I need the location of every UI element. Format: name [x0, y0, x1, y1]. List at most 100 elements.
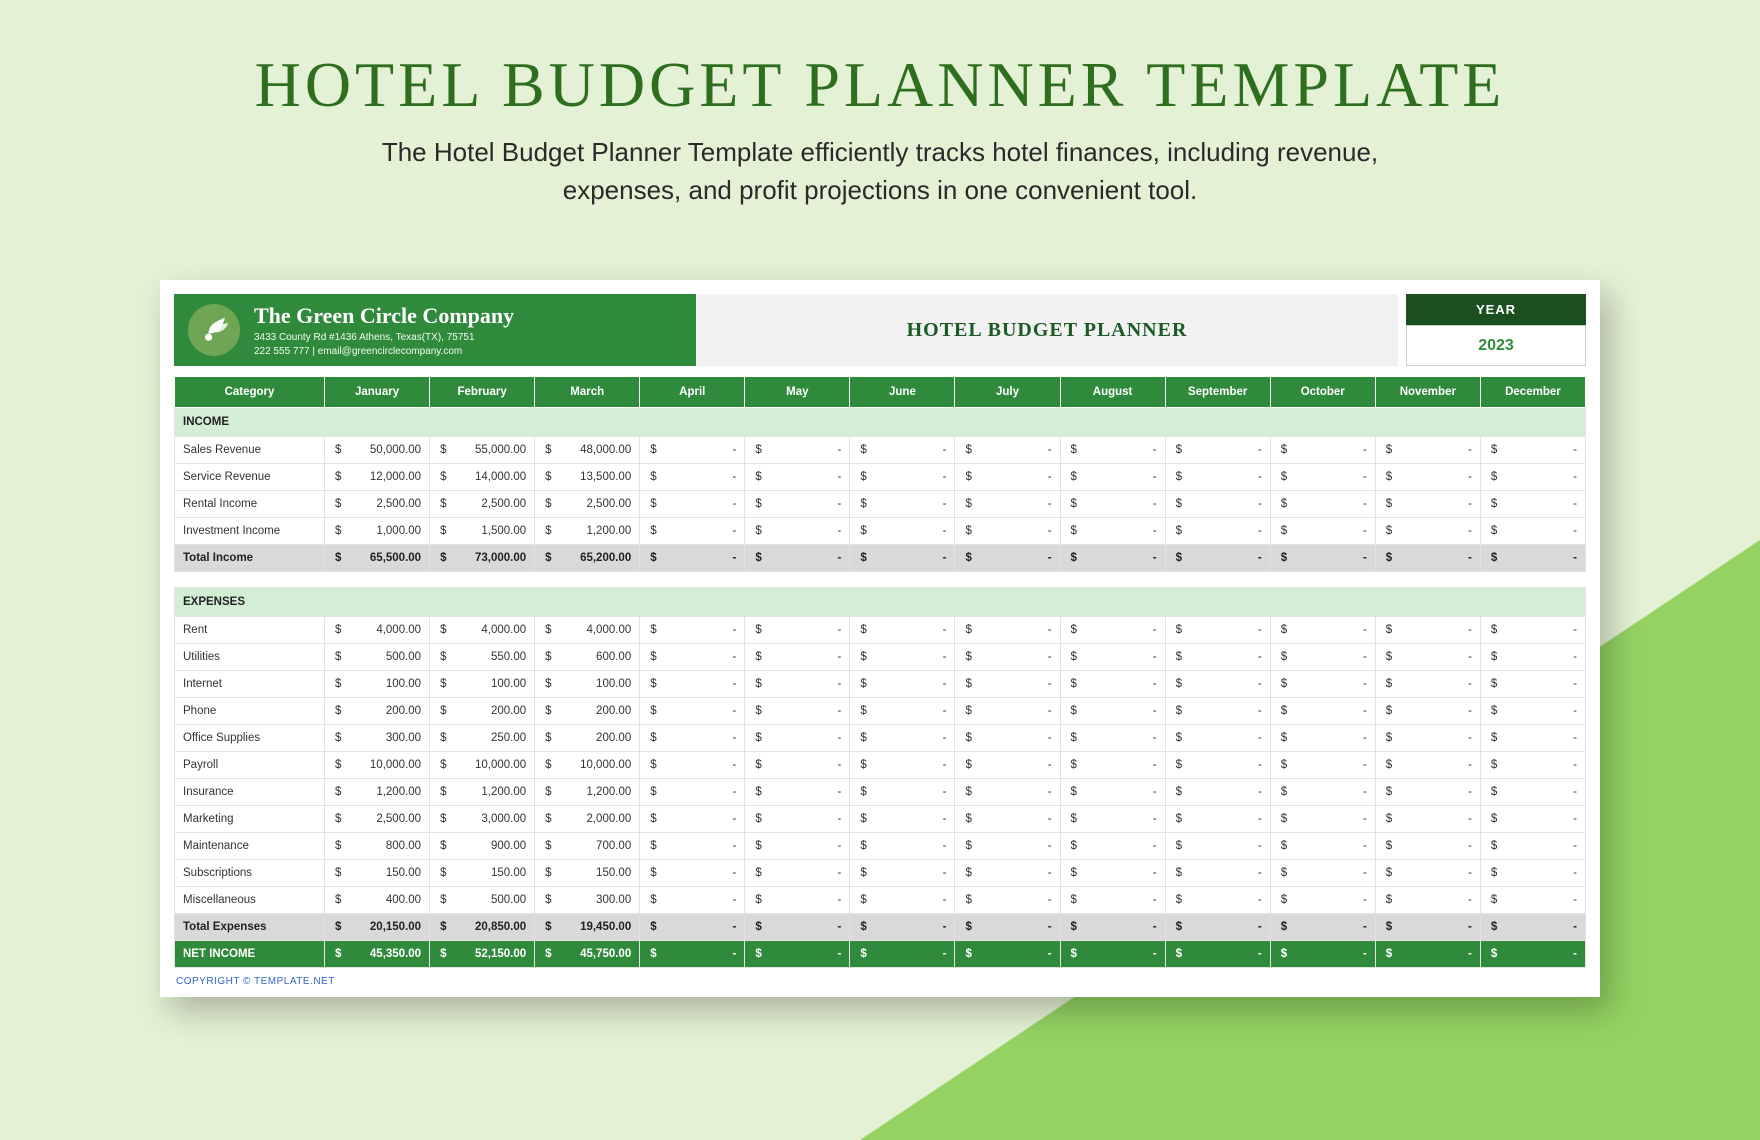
- cell-value[interactable]: $-: [1480, 914, 1585, 941]
- cell-value[interactable]: $-: [850, 914, 955, 941]
- cell-value[interactable]: $-: [1270, 617, 1375, 644]
- cell-value[interactable]: $-: [1060, 914, 1165, 941]
- cell-value[interactable]: $500.00: [430, 887, 535, 914]
- cell-value[interactable]: $10,000.00: [535, 752, 640, 779]
- cell-value[interactable]: $-: [1060, 833, 1165, 860]
- cell-value[interactable]: $-: [850, 464, 955, 491]
- cell-value[interactable]: $-: [1165, 437, 1270, 464]
- cell-value[interactable]: $-: [1165, 464, 1270, 491]
- cell-value[interactable]: $-: [1060, 617, 1165, 644]
- cell-value[interactable]: $-: [1480, 833, 1585, 860]
- cell-value[interactable]: $-: [1165, 941, 1270, 968]
- cell-value[interactable]: $4,000.00: [430, 617, 535, 644]
- cell-value[interactable]: $4,000.00: [535, 617, 640, 644]
- cell-value[interactable]: $-: [640, 698, 745, 725]
- cell-value[interactable]: $2,500.00: [325, 491, 430, 518]
- cell-value[interactable]: $1,200.00: [535, 518, 640, 545]
- cell-value[interactable]: $-: [1165, 860, 1270, 887]
- cell-value[interactable]: $-: [1480, 491, 1585, 518]
- cell-value[interactable]: $-: [745, 545, 850, 572]
- cell-value[interactable]: $-: [1165, 518, 1270, 545]
- cell-value[interactable]: $400.00: [325, 887, 430, 914]
- cell-value[interactable]: $-: [955, 698, 1060, 725]
- cell-value[interactable]: $-: [1060, 518, 1165, 545]
- cell-value[interactable]: $-: [955, 752, 1060, 779]
- year-value[interactable]: 2023: [1406, 325, 1586, 366]
- cell-value[interactable]: $-: [1375, 617, 1480, 644]
- cell-value[interactable]: $-: [1165, 617, 1270, 644]
- cell-value[interactable]: $-: [1270, 491, 1375, 518]
- cell-value[interactable]: $55,000.00: [430, 437, 535, 464]
- cell-value[interactable]: $-: [1375, 887, 1480, 914]
- cell-value[interactable]: $-: [955, 860, 1060, 887]
- cell-value[interactable]: $20,150.00: [325, 914, 430, 941]
- cell-value[interactable]: $-: [1375, 779, 1480, 806]
- cell-value[interactable]: $100.00: [325, 671, 430, 698]
- cell-value[interactable]: $-: [1375, 545, 1480, 572]
- cell-value[interactable]: $-: [1480, 437, 1585, 464]
- cell-value[interactable]: $2,000.00: [535, 806, 640, 833]
- cell-value[interactable]: $52,150.00: [430, 941, 535, 968]
- cell-value[interactable]: $500.00: [325, 644, 430, 671]
- cell-value[interactable]: $-: [1375, 752, 1480, 779]
- cell-value[interactable]: $-: [640, 860, 745, 887]
- cell-value[interactable]: $-: [955, 806, 1060, 833]
- cell-value[interactable]: $-: [1375, 698, 1480, 725]
- cell-value[interactable]: $-: [1480, 545, 1585, 572]
- cell-value[interactable]: $-: [1270, 914, 1375, 941]
- cell-value[interactable]: $-: [640, 941, 745, 968]
- cell-value[interactable]: $50,000.00: [325, 437, 430, 464]
- cell-value[interactable]: $-: [1270, 437, 1375, 464]
- cell-value[interactable]: $-: [1375, 725, 1480, 752]
- cell-value[interactable]: $-: [1480, 860, 1585, 887]
- cell-value[interactable]: $-: [850, 725, 955, 752]
- cell-value[interactable]: $-: [1165, 833, 1270, 860]
- cell-value[interactable]: $300.00: [325, 725, 430, 752]
- cell-value[interactable]: $-: [850, 617, 955, 644]
- cell-value[interactable]: $-: [1270, 545, 1375, 572]
- cell-value[interactable]: $-: [745, 464, 850, 491]
- cell-value[interactable]: $-: [745, 860, 850, 887]
- cell-value[interactable]: $-: [1165, 545, 1270, 572]
- cell-value[interactable]: $-: [955, 671, 1060, 698]
- cell-value[interactable]: $-: [1375, 671, 1480, 698]
- cell-value[interactable]: $-: [640, 671, 745, 698]
- cell-value[interactable]: $-: [955, 617, 1060, 644]
- cell-value[interactable]: $-: [1060, 779, 1165, 806]
- cell-value[interactable]: $900.00: [430, 833, 535, 860]
- cell-value[interactable]: $-: [1270, 518, 1375, 545]
- cell-value[interactable]: $-: [850, 671, 955, 698]
- cell-value[interactable]: $150.00: [325, 860, 430, 887]
- cell-value[interactable]: $45,750.00: [535, 941, 640, 968]
- cell-value[interactable]: $-: [745, 941, 850, 968]
- cell-value[interactable]: $200.00: [535, 698, 640, 725]
- cell-value[interactable]: $-: [1165, 698, 1270, 725]
- cell-value[interactable]: $-: [1060, 545, 1165, 572]
- cell-value[interactable]: $100.00: [430, 671, 535, 698]
- cell-value[interactable]: $150.00: [430, 860, 535, 887]
- cell-value[interactable]: $-: [1270, 725, 1375, 752]
- cell-value[interactable]: $-: [640, 617, 745, 644]
- cell-value[interactable]: $-: [745, 806, 850, 833]
- cell-value[interactable]: $-: [850, 779, 955, 806]
- cell-value[interactable]: $-: [1270, 833, 1375, 860]
- cell-value[interactable]: $-: [1375, 464, 1480, 491]
- cell-value[interactable]: $-: [640, 464, 745, 491]
- cell-value[interactable]: $600.00: [535, 644, 640, 671]
- cell-value[interactable]: $-: [1270, 752, 1375, 779]
- cell-value[interactable]: $-: [955, 437, 1060, 464]
- cell-value[interactable]: $-: [1060, 491, 1165, 518]
- cell-value[interactable]: $-: [1165, 671, 1270, 698]
- cell-value[interactable]: $-: [640, 545, 745, 572]
- cell-value[interactable]: $-: [1270, 779, 1375, 806]
- cell-value[interactable]: $-: [850, 437, 955, 464]
- cell-value[interactable]: $-: [745, 644, 850, 671]
- cell-value[interactable]: $-: [1165, 779, 1270, 806]
- cell-value[interactable]: $-: [640, 806, 745, 833]
- cell-value[interactable]: $-: [1270, 941, 1375, 968]
- cell-value[interactable]: $-: [955, 887, 1060, 914]
- cell-value[interactable]: $-: [955, 833, 1060, 860]
- cell-value[interactable]: $-: [1060, 941, 1165, 968]
- cell-value[interactable]: $-: [850, 752, 955, 779]
- cell-value[interactable]: $65,500.00: [325, 545, 430, 572]
